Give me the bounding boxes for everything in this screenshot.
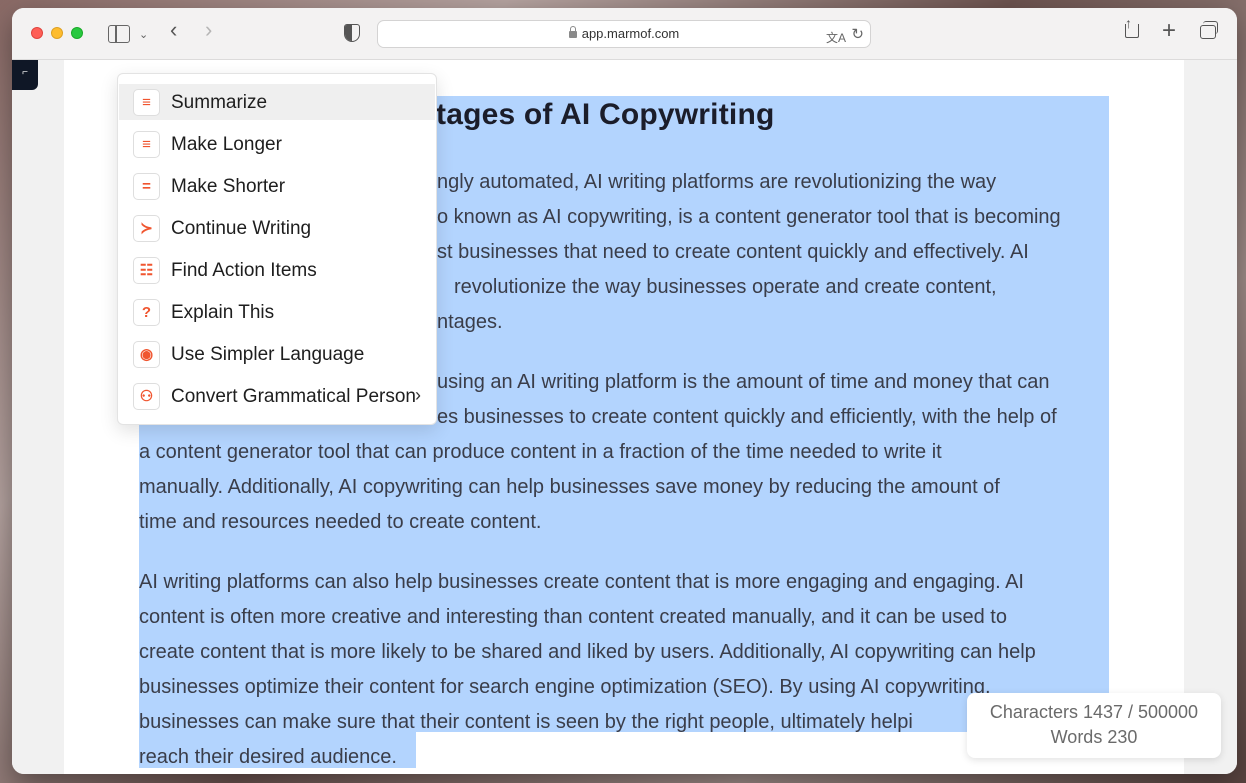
document-line: reach their desired audience. — [139, 746, 397, 768]
menu-item-find-action-items[interactable]: ☷ Find Action Items — [119, 252, 435, 288]
new-tab-icon[interactable]: + — [1162, 19, 1176, 43]
document-line: st businesses that need to create conten… — [437, 241, 1029, 263]
document-line: businesses optimize their content for se… — [139, 676, 991, 698]
menu-item-label: Convert Grammatical Person — [171, 386, 416, 407]
menu-item-use-simpler-language[interactable]: ◉ Use Simpler Language — [119, 336, 435, 372]
menu-item-label: Summarize — [171, 92, 268, 113]
person-icon: ⚇ — [133, 383, 160, 410]
menu-item-label: Use Simpler Language — [171, 344, 365, 365]
menu-item-label: Explain This — [171, 302, 275, 323]
checklist-icon: ☷ — [133, 257, 160, 284]
minimize-window-button[interactable] — [51, 27, 63, 39]
ai-action-menu: ≡ Summarize ≡ Make Longer = Make Shorter… — [117, 73, 437, 425]
menu-item-label: Continue Writing — [171, 218, 312, 239]
menu-item-explain-this[interactable]: ? Explain This — [119, 294, 435, 330]
document-line: o known as AI copywriting, is a content … — [437, 206, 1061, 228]
menu-item-make-shorter[interactable]: = Make Shorter — [119, 168, 435, 204]
browser-window: ⌄ ‹ › app.marmof.com 文A ↻ + ⌐ tages of A… — [12, 8, 1237, 774]
document-line: es businesses to create content quickly … — [437, 406, 1057, 428]
menu-item-convert-grammatical-person[interactable]: ⚇ Convert Grammatical Person › — [119, 378, 435, 414]
document-line: time and resources needed to create cont… — [139, 511, 542, 533]
menu-item-make-longer[interactable]: ≡ Make Longer — [119, 126, 435, 162]
summarize-icon: ≡ — [133, 89, 160, 116]
word-count: Words 230 — [1050, 727, 1138, 747]
lips-icon: ◉ — [133, 341, 160, 368]
document-line: AI writing platforms can also help busin… — [139, 571, 1024, 593]
menu-item-summarize[interactable]: ≡ Summarize — [119, 84, 435, 120]
translate-icon[interactable]: 文A — [826, 25, 846, 51]
continue-icon: ≻ — [133, 215, 160, 242]
page-content: ⌐ tages of AI Copywriting ngly automated… — [12, 60, 1237, 774]
address-bar[interactable]: app.marmof.com 文A ↻ — [377, 20, 871, 48]
document-line: revolutionize the way businesses operate… — [454, 276, 997, 298]
document-line: manually. Additionally, AI copywriting c… — [139, 476, 1000, 498]
forward-button[interactable]: › — [205, 19, 212, 41]
chevron-down-icon[interactable]: ⌄ — [139, 24, 148, 46]
document-line: ntages. — [437, 311, 503, 333]
menu-item-label: Make Longer — [171, 134, 282, 155]
document-line: content is often more creative and inter… — [139, 606, 1007, 628]
privacy-shield-icon[interactable] — [344, 24, 360, 42]
lines-short-icon: = — [133, 173, 160, 200]
tab-overview-icon[interactable] — [1200, 21, 1218, 39]
lines-long-icon: ≡ — [133, 131, 160, 158]
document-heading: tages of AI Copywriting — [436, 98, 775, 131]
lock-icon — [568, 26, 577, 38]
share-icon[interactable] — [1125, 12, 1139, 38]
chevron-right-icon: › — [415, 385, 421, 405]
word-count-panel: Characters 1437 / 500000 Words 230 — [967, 693, 1221, 758]
document-line: create content that is more likely to be… — [139, 641, 1036, 663]
close-window-button[interactable] — [31, 27, 43, 39]
document-line: a content generator tool that can produc… — [139, 441, 942, 463]
url-text: app.marmof.com — [581, 26, 680, 41]
document-line: using an AI writing platform is the amou… — [437, 371, 1050, 393]
menu-item-continue-writing[interactable]: ≻ Continue Writing — [119, 210, 435, 246]
side-panel-tab[interactable]: ⌐ — [12, 60, 38, 90]
browser-toolbar: ⌄ ‹ › app.marmof.com 文A ↻ + — [12, 8, 1237, 60]
character-count: Characters 1437 / 500000 — [989, 702, 1199, 722]
reload-icon[interactable]: ↻ — [851, 22, 864, 48]
zoom-window-button[interactable] — [71, 27, 83, 39]
sidebar-toggle-icon[interactable] — [108, 25, 130, 43]
document-line: ngly automated, AI writing platforms are… — [437, 171, 997, 193]
menu-item-label: Make Shorter — [171, 176, 286, 197]
menu-item-label: Find Action Items — [171, 260, 317, 281]
document-line: businesses can make sure that their cont… — [139, 711, 913, 733]
question-icon: ? — [133, 299, 160, 326]
back-button[interactable]: ‹ — [170, 19, 177, 41]
